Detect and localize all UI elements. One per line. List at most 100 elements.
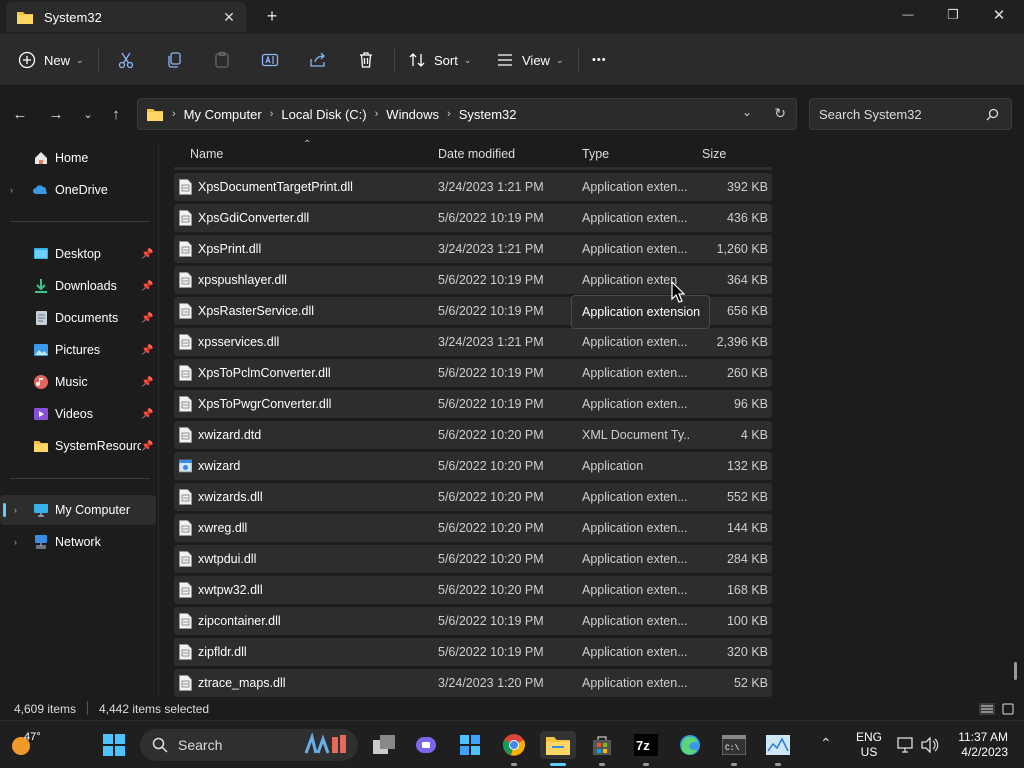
new-button[interactable]: New ⌄ <box>18 46 84 74</box>
chevron-right-icon: › <box>374 108 379 120</box>
status-bar: 4,609 items 4,442 items selected <box>0 698 1024 720</box>
file-date: 5/6/2022 10:20 PM <box>438 428 544 442</box>
rename-button[interactable] <box>256 46 284 74</box>
file-row[interactable]: xwizard.dtd 5/6/2022 10:20 PM XML Document… <box>174 421 772 449</box>
clock[interactable]: 11:37 AM 4/2/2023 <box>952 730 1008 760</box>
file-row[interactable]: xwtpw32.dll 5/6/2022 10:20 PM Application … <box>174 576 772 604</box>
pane-divider[interactable] <box>158 142 159 698</box>
up-button[interactable]: ↑ <box>104 102 128 126</box>
paste-button[interactable] <box>208 46 236 74</box>
sidebar-item-label: Desktop <box>55 247 101 261</box>
tiles-view-icon[interactable] <box>1002 703 1014 715</box>
sidebar-item-systemresources[interactable]: SystemResources 📌 <box>0 431 156 461</box>
file-row[interactable]: xwtpdui.dll 5/6/2022 10:20 PM Application … <box>174 545 772 573</box>
file-name: xpspushlayer.dll <box>198 273 287 287</box>
file-row[interactable]: xpsservices.dll 3/24/2023 1:21 PM Applicat… <box>174 328 772 356</box>
sidebar-item-videos[interactable]: Videos 📌 <box>0 399 156 429</box>
details-view-icon[interactable] <box>979 703 995 715</box>
breadcrumb-windows[interactable]: Windows <box>386 107 439 122</box>
minimize-button[interactable]: — <box>885 0 931 30</box>
sidebar-item-music[interactable]: Music 📌 <box>0 367 156 397</box>
file-row[interactable]: xwizard 5/6/2022 10:20 PM Application 132 K… <box>174 452 772 480</box>
toolbar-divider <box>394 48 395 72</box>
close-tab-button[interactable]: ✕ <box>220 8 238 26</box>
file-row[interactable]: XpsDocumentTargetPrint.dll 3/24/2023 1:21… <box>174 173 772 201</box>
sidebar-item-pictures[interactable]: Pictures 📌 <box>0 335 156 365</box>
show-hidden-icons-button[interactable]: ⌃ <box>820 735 832 752</box>
start-button[interactable] <box>100 731 128 759</box>
file-row[interactable]: xwreg.dll 5/6/2022 10:20 PM Application ex… <box>174 514 772 542</box>
breadcrumb-local-disk[interactable]: Local Disk (C:) <box>281 107 366 122</box>
close-window-button[interactable]: ✕ <box>976 0 1022 30</box>
store-icon <box>593 736 611 755</box>
back-button[interactable]: ← <box>8 102 32 126</box>
sidebar-item-downloads[interactable]: Downloads 📌 <box>0 271 156 301</box>
file-row[interactable]: XpsPrint.dll 3/24/2023 1:21 PM Application… <box>174 235 772 263</box>
recent-locations-button[interactable]: ⌄ <box>76 102 100 126</box>
terminal-button[interactable]: C:\ <box>720 731 748 759</box>
sidebar-item-network[interactable]: › Network <box>0 527 156 557</box>
sort-button[interactable]: Sort ⌄ <box>408 46 471 74</box>
maximize-button[interactable]: ❐ <box>930 0 976 30</box>
7zip-button[interactable]: 7z <box>632 731 660 759</box>
weather-widget[interactable]: 47° <box>10 731 50 761</box>
resource-monitor-button[interactable] <box>764 731 792 759</box>
chevron-right-icon[interactable]: › <box>10 185 22 195</box>
file-row[interactable]: XpsToPclmConverter.dll 5/6/2022 10:19 PM A… <box>174 359 772 387</box>
column-header-size[interactable]: Size <box>702 147 726 161</box>
sidebar-item-onedrive[interactable]: › OneDrive <box>0 175 156 205</box>
file-size: 392 KB <box>726 180 768 194</box>
svg-text:C:\: C:\ <box>725 744 740 753</box>
file-row[interactable]: XpsGdiConverter.dll 5/6/2022 10:19 PM Appl… <box>174 204 772 232</box>
column-header-type[interactable]: Type <box>582 147 609 161</box>
file-row[interactable]: zipfldr.dll 5/6/2022 10:19 PM Application … <box>174 638 772 666</box>
network-status-icon[interactable] <box>897 737 915 753</box>
file-row[interactable]: zipcontainer.dll 5/6/2022 10:19 PM Applica… <box>174 607 772 635</box>
breadcrumb-system32[interactable]: System32 <box>459 107 517 122</box>
taskbar-search[interactable]: Search <box>140 729 358 761</box>
task-view-button[interactable] <box>370 731 398 759</box>
store-button[interactable] <box>588 731 616 759</box>
file-explorer-button[interactable] <box>540 731 576 759</box>
scrollbar-thumb[interactable] <box>1014 662 1017 680</box>
chevron-right-icon[interactable]: › <box>14 505 26 515</box>
file-row[interactable]: ztrace_maps.dll 3/24/2023 1:20 PM Applicat… <box>174 669 772 697</box>
file-date: 5/6/2022 10:20 PM <box>438 583 544 597</box>
tab-system32[interactable]: System32 ✕ <box>6 2 246 32</box>
address-bar[interactable]: › My Computer › Local Disk (C:) › Window… <box>137 98 797 130</box>
cut-button[interactable] <box>112 46 140 74</box>
delete-button[interactable] <box>352 46 380 74</box>
share-button[interactable] <box>304 46 332 74</box>
more-options-button[interactable]: ••• <box>592 46 607 74</box>
address-history-button[interactable]: ⌄ <box>742 105 752 119</box>
widgets-button[interactable] <box>456 731 484 759</box>
sidebar-item-label: SystemResources <box>55 439 141 453</box>
chat-button[interactable] <box>412 731 440 759</box>
forward-button[interactable]: → <box>44 102 68 126</box>
column-header-name[interactable]: Name <box>190 147 223 161</box>
chrome-button[interactable] <box>500 731 528 759</box>
status-divider <box>87 701 88 715</box>
refresh-button[interactable]: ↻ <box>774 105 786 122</box>
column-header-date[interactable]: Date modified <box>438 147 515 161</box>
copy-button[interactable] <box>160 46 188 74</box>
new-tab-button[interactable]: + <box>262 6 282 26</box>
chevron-right-icon[interactable]: › <box>14 537 26 547</box>
chevron-down-icon: ⌄ <box>463 54 472 65</box>
search-icon <box>986 108 999 121</box>
edge-button[interactable] <box>676 731 704 759</box>
sidebar-item-home[interactable]: Home <box>0 143 156 173</box>
file-date: 5/6/2022 10:19 PM <box>438 273 544 287</box>
sidebar-item-my-computer[interactable]: › My Computer <box>0 495 156 525</box>
sidebar-item-desktop[interactable]: Desktop 📌 <box>0 239 156 269</box>
language-indicator[interactable]: ENG US <box>856 730 882 760</box>
file-row[interactable]: XpsToPwgrConverter.dll 5/6/2022 10:19 PM A… <box>174 390 772 418</box>
search-input[interactable]: Search System32 <box>809 98 1012 130</box>
sidebar-item-label: OneDrive <box>55 183 108 197</box>
sidebar-item-documents[interactable]: Documents 📌 <box>0 303 156 333</box>
view-button[interactable]: View ⌄ <box>496 46 564 74</box>
file-size: 52 KB <box>733 676 768 690</box>
volume-icon[interactable] <box>921 737 939 753</box>
file-row[interactable]: xwizards.dll 5/6/2022 10:20 PM Application… <box>174 483 772 511</box>
breadcrumb-my-computer[interactable]: My Computer <box>184 107 262 122</box>
